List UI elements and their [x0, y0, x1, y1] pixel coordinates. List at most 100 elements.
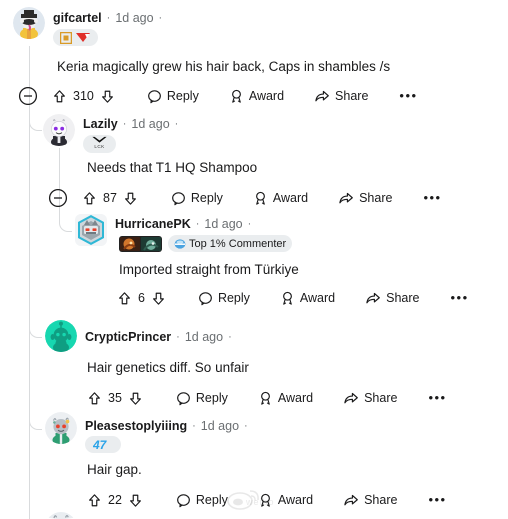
comment-bubble-icon [147, 89, 162, 104]
timestamp: 1d ago [115, 11, 154, 25]
award-label: Award [299, 291, 336, 305]
share-button[interactable]: Share [314, 89, 368, 104]
vote-count: 22 [108, 493, 122, 507]
reply-button[interactable]: Reply [198, 291, 250, 306]
comment-bubble-icon [176, 391, 191, 406]
share-button[interactable]: Share [365, 291, 420, 306]
award-button[interactable]: Award [258, 493, 313, 508]
vote-group: 87 [82, 191, 138, 206]
comment-header-pleasestoplyiiing: Pleasestoplyiiing · 1d ago · [85, 418, 248, 434]
red-w-logo-icon [75, 32, 91, 43]
action-bar-hurricanepk: 6 Reply Award Share ••• [117, 288, 469, 308]
separator-dot: · [122, 118, 127, 130]
upvote-button[interactable] [117, 291, 132, 306]
more-options-button[interactable]: ••• [428, 493, 446, 506]
avatar-gifcartel[interactable] [13, 7, 45, 39]
downvote-button[interactable] [128, 391, 143, 406]
username-gifcartel[interactable]: gifcartel [53, 10, 102, 26]
thread-curve-to-hurricanepk [59, 214, 72, 232]
share-arrow-icon [338, 191, 354, 206]
avatar-next-comment-partial[interactable] [45, 512, 77, 519]
lck-flair-badge[interactable]: LCK [83, 135, 116, 153]
award-button[interactable]: Award [280, 291, 335, 306]
user-flair-badge[interactable] [53, 29, 98, 46]
share-label: Share [364, 391, 398, 405]
award-label: Award [248, 89, 285, 103]
downvote-button[interactable] [151, 291, 166, 306]
comment-body-crypticprincer: Hair genetics diff. So unfair [87, 360, 249, 375]
fortyseven-flair-badge[interactable]: 47 [85, 436, 121, 453]
timestamp: 1d ago [204, 217, 243, 231]
upvote-button[interactable] [87, 493, 102, 508]
username-hurricanepk[interactable]: HurricanePK [115, 216, 191, 232]
flair-row-pleasestoplyiiing: 47 [85, 436, 121, 453]
lck-logo-icon [91, 136, 108, 144]
reply-button[interactable]: Reply [171, 191, 223, 206]
more-options-button[interactable]: ••• [451, 291, 469, 304]
top-commenter-icon [174, 238, 186, 250]
award-medal-icon [258, 391, 273, 406]
champion-flair-icons[interactable] [119, 235, 162, 252]
upvote-button[interactable] [87, 391, 102, 406]
collapse-button[interactable] [18, 86, 38, 106]
top-commenter-badge[interactable]: Top 1% Commenter [168, 235, 293, 252]
vote-count: 6 [138, 291, 145, 305]
action-bar-lazily: 87 Reply Award Share ••• [48, 188, 442, 208]
trailing-dot: · [228, 331, 232, 343]
username-lazily[interactable]: Lazily [83, 116, 118, 132]
comment-header-crypticprincer: CrypticPrincer · 1d ago · [85, 329, 232, 345]
collapse-button[interactable] [48, 188, 68, 208]
trailing-dot: · [247, 218, 252, 230]
reply-button[interactable]: Reply [176, 493, 228, 508]
comment-bubble-icon [176, 493, 191, 508]
downvote-button[interactable] [100, 89, 115, 104]
share-arrow-icon [365, 291, 381, 306]
share-button[interactable]: Share [343, 391, 397, 406]
avatar-crypticprincer[interactable] [45, 320, 77, 352]
upvote-button[interactable] [52, 89, 67, 104]
vote-group: 310 [52, 89, 115, 104]
downvote-button[interactable] [123, 191, 138, 206]
share-label: Share [335, 89, 369, 103]
comment-bubble-icon [198, 291, 213, 306]
trailing-dot: · [158, 12, 163, 24]
upvote-button[interactable] [82, 191, 97, 206]
award-medal-icon [280, 291, 295, 306]
separator-dot: · [106, 12, 111, 24]
avatar-lazily[interactable] [43, 114, 75, 146]
share-button[interactable]: Share [343, 493, 397, 508]
username-crypticprincer[interactable]: CrypticPrincer [85, 329, 171, 345]
gold-square-icon [59, 31, 73, 44]
avatar-pleasestoplyiiing[interactable] [45, 412, 77, 444]
vote-group: 35 [87, 391, 143, 406]
more-options-button[interactable]: ••• [399, 89, 417, 102]
share-button[interactable]: Share [338, 191, 392, 206]
award-label: Award [272, 191, 309, 205]
reply-button[interactable]: Reply [147, 89, 199, 104]
separator-dot: · [195, 218, 200, 230]
avatar-hurricanepk[interactable] [75, 214, 107, 246]
downvote-button[interactable] [128, 493, 143, 508]
flair-row-lazily: LCK [83, 135, 116, 153]
more-options-button[interactable]: ••• [423, 191, 441, 204]
lck-label: LCK [94, 144, 105, 149]
share-label: Share [359, 191, 393, 205]
trailing-dot: · [244, 420, 248, 432]
award-medal-icon [258, 493, 273, 508]
reply-label: Reply [195, 493, 228, 507]
reply-button[interactable]: Reply [176, 391, 228, 406]
timestamp: 1d ago [200, 419, 240, 433]
username-pleasestoplyiiing[interactable]: Pleasestoplyiiing [85, 418, 187, 434]
champion-thumb-1 [120, 236, 140, 251]
award-button[interactable]: Award [258, 391, 313, 406]
flair-row-gifcartel [53, 29, 98, 46]
fortyseven-logo-icon: 47 [92, 438, 113, 452]
award-button[interactable]: Award [229, 89, 284, 104]
action-bar-pleasestoplyiiing: 22 Reply Award Share ••• [87, 490, 447, 510]
award-label: Award [277, 493, 314, 507]
award-medal-icon [253, 191, 268, 206]
share-arrow-icon [343, 391, 359, 406]
award-button[interactable]: Award [253, 191, 308, 206]
more-options-button[interactable]: ••• [428, 391, 446, 404]
comment-header-lazily: Lazily · 1d ago · [83, 116, 178, 132]
